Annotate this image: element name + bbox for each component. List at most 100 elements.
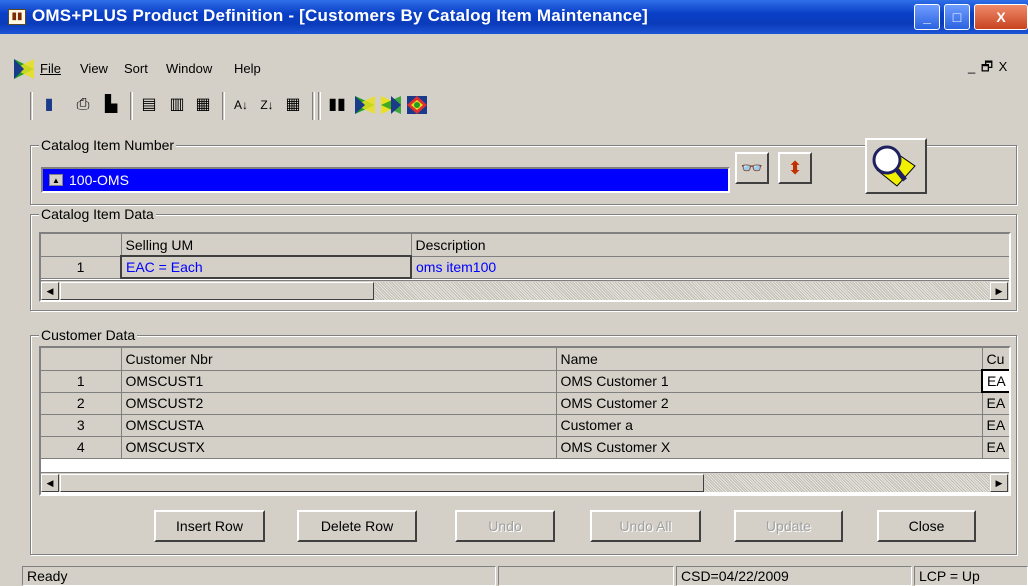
catalog-item-number-field[interactable]: ▲ 100-OMS — [41, 167, 730, 193]
binoculars-search-button[interactable]: 👓 — [735, 152, 769, 184]
toolbar-separator — [30, 92, 33, 120]
table-row[interactable]: 4 OMSCUSTX OMS Customer X EA — [41, 436, 1009, 459]
flag-icon-2[interactable] — [380, 94, 402, 116]
menu-sort[interactable]: Sort — [124, 61, 148, 76]
scroll-track[interactable] — [375, 282, 989, 300]
cu-cell[interactable]: EA — [982, 414, 1009, 437]
insert-row-label: Insert Row — [176, 518, 243, 534]
selling-um-cell[interactable]: EAC = Each — [120, 255, 412, 279]
table-row[interactable]: 2 OMSCUST2 OMS Customer 2 EA — [41, 392, 1009, 415]
row-number[interactable]: 4 — [41, 436, 122, 459]
catalog-item-data-grid[interactable]: Selling UM Description 1 EAC = Each oms … — [39, 232, 1011, 302]
scroll-thumb[interactable] — [60, 474, 704, 492]
customer-nbr-cell[interactable]: OMSCUSTX — [121, 436, 557, 459]
name-cell[interactable]: OMS Customer X — [556, 436, 983, 459]
lookup-icon: ⬍ — [787, 158, 803, 178]
column-header-selling-um[interactable]: Selling UM — [121, 234, 412, 257]
menu-help[interactable]: Help — [234, 61, 261, 76]
scroll-left-arrow-icon[interactable]: ◀ — [41, 474, 59, 492]
group-label: Customer Data — [39, 327, 138, 343]
sort-descending-icon[interactable]: Z↓ — [256, 94, 278, 116]
catalog-item-number-group: Catalog Item Number ▲ 100-OMS 👓 ⬍ — [30, 137, 1017, 205]
exit-door-icon[interactable]: ▮ — [38, 94, 60, 116]
maximize-button[interactable]: □ — [944, 4, 970, 30]
menu-view[interactable]: View — [80, 61, 108, 76]
customer-nbr-cell[interactable]: OMSCUST1 — [121, 370, 557, 393]
sort-columns-icon[interactable]: ▦ — [282, 94, 304, 116]
scroll-track[interactable] — [705, 474, 989, 492]
horizontal-scrollbar[interactable]: ◀ ▶ — [41, 280, 1009, 300]
status-csd: CSD=04/22/2009 — [676, 566, 912, 586]
sort-ascending-icon[interactable]: A↓ — [230, 94, 252, 116]
application-window: ▮▮ OMS+PLUS Product Definition - [Custom… — [0, 0, 1028, 586]
undo-button[interactable]: Undo — [455, 510, 555, 542]
close-label: Close — [908, 518, 945, 534]
undo-all-label: Undo All — [619, 518, 672, 534]
toolbar-separator — [318, 92, 321, 120]
delete-row-icon[interactable]: ▥ — [166, 94, 188, 116]
description-cell[interactable]: oms item100 — [410, 256, 1009, 279]
scroll-left-arrow-icon[interactable]: ◀ — [41, 282, 59, 300]
menu-file[interactable]: File — [40, 61, 61, 76]
delete-row-label: Delete Row — [320, 518, 394, 534]
column-header-customer-nbr[interactable]: Customer Nbr — [121, 348, 557, 371]
scroll-right-arrow-icon[interactable]: ▶ — [990, 474, 1008, 492]
row-number[interactable]: 1 — [41, 370, 122, 393]
update-button[interactable]: Update — [734, 510, 843, 542]
book-icon[interactable]: ▮▮ — [8, 9, 26, 25]
app-logo-icon — [14, 59, 34, 79]
toolbar-separator — [312, 92, 315, 120]
mdi-window-controls[interactable]: _ 🗗 X — [968, 58, 1008, 80]
name-cell[interactable]: OMS Customer 2 — [556, 392, 983, 415]
toolbar-separator — [130, 92, 133, 120]
title-bar[interactable]: ▮▮ OMS+PLUS Product Definition - [Custom… — [0, 0, 1028, 34]
flag-icon[interactable] — [354, 94, 376, 116]
close-button[interactable]: Close — [877, 510, 976, 542]
row-number[interactable]: 1 — [41, 256, 122, 279]
customer-nbr-cell[interactable]: OMSCUST2 — [121, 392, 557, 415]
book-icon[interactable]: ▮▮ — [326, 94, 348, 116]
cu-cell[interactable]: EA — [982, 436, 1009, 459]
column-header-description[interactable]: Description — [411, 234, 1009, 257]
expand-arrow-icon[interactable]: ▲ — [49, 174, 63, 186]
cu-cell[interactable]: EA — [981, 369, 1009, 393]
group-label: Catalog Item Number — [39, 137, 177, 153]
status-panel-2 — [498, 566, 674, 586]
status-bar: Ready CSD=04/22/2009 LCP = Up — [0, 564, 1028, 586]
row-header-corner — [41, 348, 122, 371]
name-cell[interactable]: OMS Customer 1 — [556, 370, 983, 393]
minimize-button[interactable]: _ — [914, 4, 940, 30]
print-setup-icon[interactable]: ▙ — [100, 94, 122, 116]
undo-all-button[interactable]: Undo All — [590, 510, 701, 542]
close-window-button[interactable]: X — [974, 4, 1028, 30]
print-icon[interactable]: ⎙ — [72, 94, 94, 116]
name-cell[interactable]: Customer a — [556, 414, 983, 437]
column-header-name[interactable]: Name — [556, 348, 983, 371]
column-header-cu[interactable]: Cu — [982, 348, 1009, 371]
delete-row-button[interactable]: Delete Row — [297, 510, 417, 542]
update-icon[interactable]: ▦ — [192, 94, 214, 116]
customer-nbr-cell[interactable]: OMSCUSTA — [121, 414, 557, 437]
toolbar: ▮ ⎙ ▙ ▤ ▥ ▦ A↓ Z↓ ▦ ▮▮ — [0, 90, 1028, 122]
table-row[interactable]: 1 OMSCUST1 OMS Customer 1 EA — [41, 369, 1009, 393]
scroll-thumb[interactable] — [60, 282, 374, 300]
insert-row-button[interactable]: Insert Row — [154, 510, 265, 542]
window-title: OMS+PLUS Product Definition - [Customers… — [32, 6, 648, 25]
menu-window[interactable]: Window — [166, 61, 212, 76]
lookup-button[interactable]: ⬍ — [778, 152, 812, 184]
cu-cell[interactable]: EA — [982, 392, 1009, 415]
row-number[interactable]: 2 — [41, 392, 122, 415]
magnifier-icon — [872, 145, 916, 187]
table-row[interactable]: 3 OMSCUSTA Customer a EA — [41, 414, 1009, 437]
undo-label: Undo — [488, 518, 522, 534]
customer-data-grid[interactable]: Customer Nbr Name Cu 1 OMSCUST1 OMS Cust… — [39, 346, 1011, 496]
magnify-search-button[interactable] — [865, 138, 927, 194]
insert-row-icon[interactable]: ▤ — [138, 94, 160, 116]
binoculars-icon: 👓 — [740, 158, 764, 178]
status-lcp: LCP = Up — [914, 566, 1028, 586]
colorful-diamond-icon[interactable] — [406, 94, 428, 116]
horizontal-scrollbar[interactable]: ◀ ▶ — [41, 472, 1009, 492]
scroll-right-arrow-icon[interactable]: ▶ — [990, 282, 1008, 300]
status-message: Ready — [22, 566, 496, 586]
row-number[interactable]: 3 — [41, 414, 122, 437]
